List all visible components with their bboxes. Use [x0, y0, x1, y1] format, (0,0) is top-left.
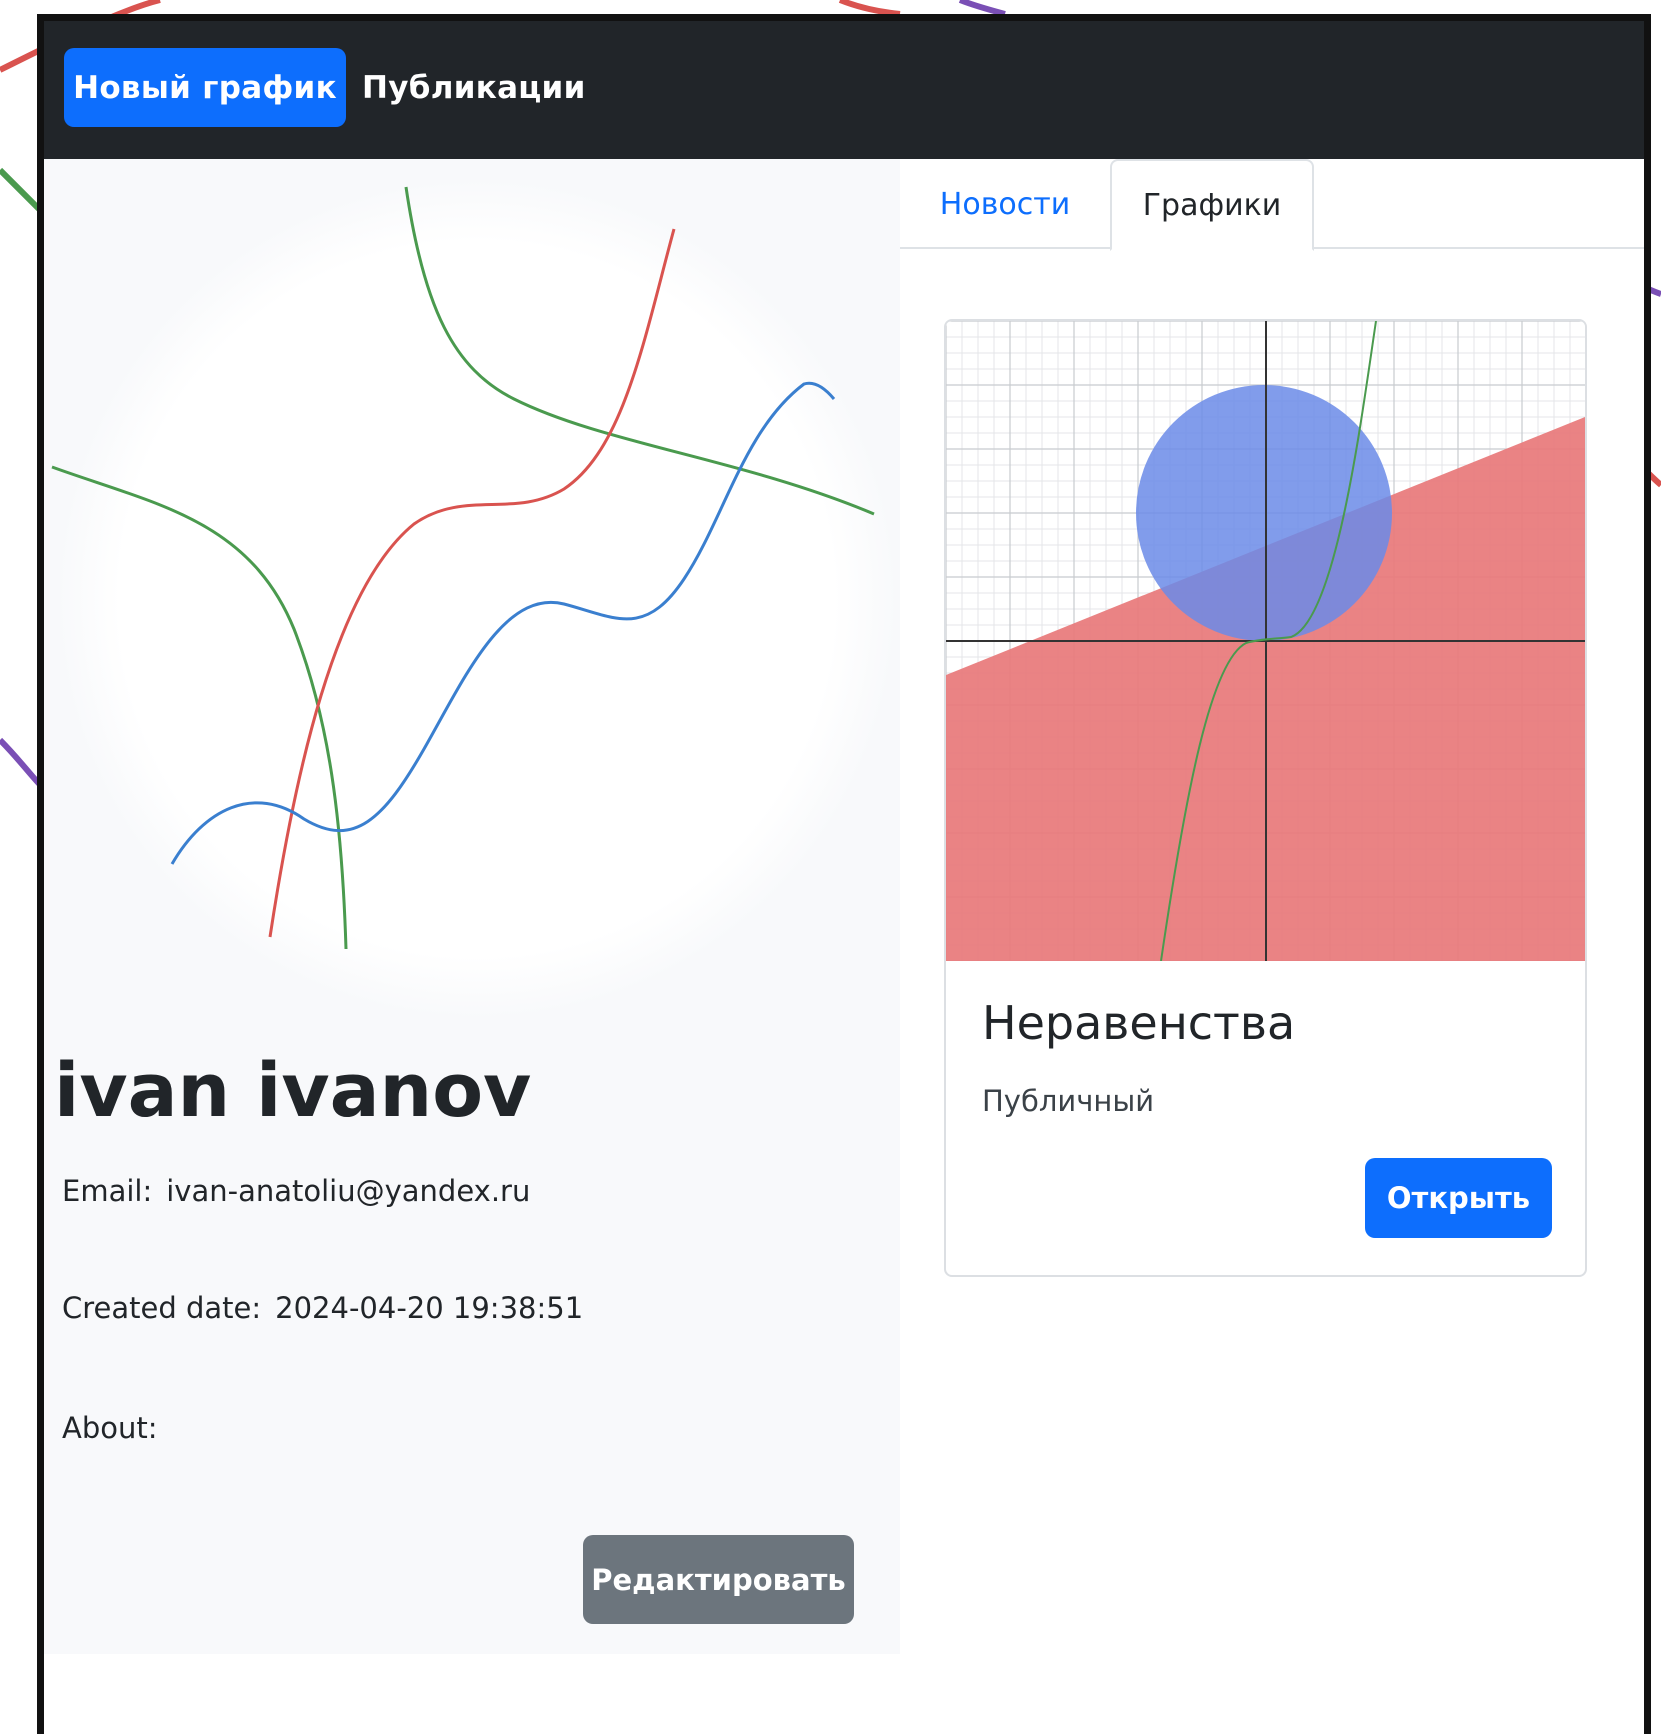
navbar: Новый график Публикации	[44, 21, 1644, 159]
about-row: About:	[62, 1411, 172, 1445]
created-date-value: 2024-04-20 19:38:51	[275, 1291, 584, 1325]
tab-graphs[interactable]: Графики	[1110, 159, 1314, 251]
email-value: ivan-anatoliu@yandex.ru	[166, 1174, 531, 1208]
graph-card-visibility: Публичный	[982, 1084, 1155, 1118]
created-date-row: Created date: 2024-04-20 19:38:51	[62, 1291, 583, 1325]
profile-panel: ivan ivanov Email: ivan-anatoliu@yandex.r…	[44, 159, 900, 1654]
avatar	[44, 159, 900, 1039]
app-window: Новый график Публикации ivan ivanov Emai…	[37, 14, 1651, 1734]
content-tabs: Новости Графики	[900, 159, 1644, 251]
new-graph-button[interactable]: Новый график	[64, 48, 346, 127]
open-graph-button[interactable]: Открыть	[1365, 1158, 1552, 1238]
graph-preview[interactable]	[946, 321, 1585, 961]
avatar-graph-image	[51, 179, 897, 1019]
email-row: Email: ivan-anatoliu@yandex.ru	[62, 1174, 530, 1208]
created-date-label: Created date:	[62, 1291, 262, 1325]
tab-news[interactable]: Новости	[900, 159, 1110, 249]
publications-link[interactable]: Публикации	[362, 48, 586, 127]
email-label: Email:	[62, 1174, 153, 1208]
graph-preview-image	[946, 321, 1585, 961]
edit-profile-button[interactable]: Редактировать	[583, 1535, 854, 1624]
profile-name: ivan ivanov	[54, 1048, 532, 1134]
graph-card-title: Неравенства	[982, 996, 1296, 1050]
graph-card: Неравенства Публичный Открыть	[944, 319, 1587, 1277]
about-label: About:	[62, 1411, 158, 1445]
